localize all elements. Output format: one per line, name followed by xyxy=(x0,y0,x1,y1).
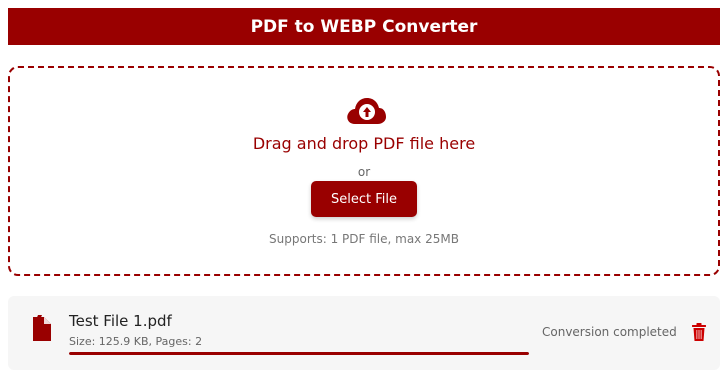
cloud-upload-icon xyxy=(347,98,386,124)
conversion-progress-bar xyxy=(69,352,529,355)
page-title: PDF to WEBP Converter xyxy=(250,16,478,37)
or-separator: or xyxy=(357,165,371,179)
conversion-status: Conversion completed xyxy=(542,325,677,339)
select-file-button[interactable]: Select File xyxy=(311,181,417,217)
drop-instructions: Drag and drop PDF file here xyxy=(252,134,476,153)
pdf-file-icon xyxy=(33,315,51,341)
file-dropzone[interactable]: Drag and drop PDF file here or Select Fi… xyxy=(8,66,720,276)
trash-icon[interactable] xyxy=(691,323,707,341)
supports-note: Supports: 1 PDF file, max 25MB xyxy=(269,232,459,246)
file-name: Test File 1.pdf xyxy=(69,312,172,330)
file-list-item: Test File 1.pdf Size: 125.9 KB, Pages: 2… xyxy=(8,296,720,370)
converter-page: PDF to WEBP Converter Drag and drop PDF … xyxy=(0,0,728,384)
page-header: PDF to WEBP Converter xyxy=(8,8,720,45)
conversion-progress-fill xyxy=(69,352,529,355)
file-meta: Size: 125.9 KB, Pages: 2 xyxy=(69,335,203,348)
